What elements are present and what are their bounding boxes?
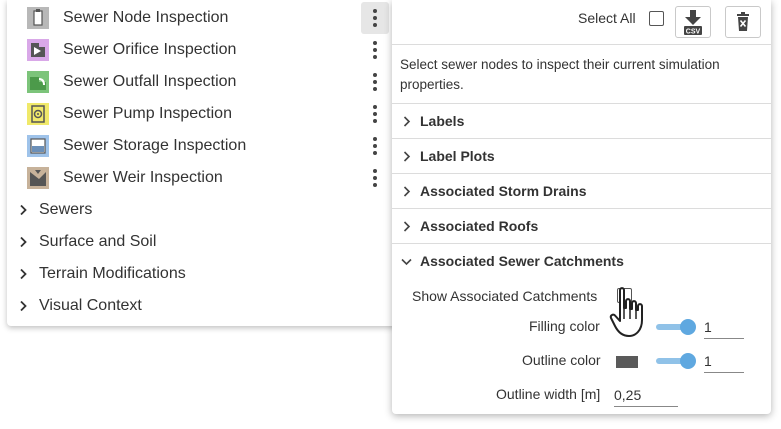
more-options-icon[interactable]	[361, 66, 389, 98]
section-labels[interactable]: Labels	[392, 104, 771, 138]
filling-slider-thumb[interactable]	[680, 319, 696, 335]
more-options-icon[interactable]	[361, 162, 389, 194]
tool-label: Sewer Node Inspection	[63, 9, 229, 26]
tool-label: Sewer Storage Inspection	[63, 137, 247, 154]
select-all-checkbox[interactable]	[649, 11, 664, 26]
section-associated-sewer-catchments[interactable]: Associated Sewer Catchments	[392, 244, 771, 278]
group-visual-context[interactable]: Visual Context	[7, 290, 397, 322]
chevron-right-icon	[20, 236, 27, 248]
panel-description: Select sewer nodes to inspect their curr…	[400, 57, 720, 92]
group-label: Sewers	[39, 201, 93, 218]
sewer-storage-icon	[27, 135, 49, 157]
section-associated-storm-drains[interactable]: Associated Storm Drains	[392, 174, 771, 208]
section-label: Labels	[420, 113, 465, 129]
layer-menu-panel: Sewer Node Inspection Sewer Orifice Insp…	[7, 0, 397, 326]
sewer-outfall-icon	[27, 71, 49, 93]
tool-label: Sewer Outfall Inspection	[63, 73, 237, 90]
group-label: Surface and Soil	[39, 233, 157, 250]
chevron-right-icon	[403, 116, 411, 127]
outline-color-swatch[interactable]	[616, 356, 638, 368]
group-label: Visual Context	[39, 297, 142, 314]
outline-width-label: Outline width [m]	[496, 386, 601, 402]
group-label: Terrain Modifications	[39, 265, 186, 282]
show-catchments-label: Show Associated Catchments	[412, 288, 598, 304]
more-options-icon[interactable]	[361, 98, 389, 130]
outline-opacity-input[interactable]: 1	[704, 350, 744, 373]
tool-item-sewer-pump[interactable]: Sewer Pump Inspection	[7, 98, 397, 130]
tool-item-sewer-storage[interactable]: Sewer Storage Inspection	[7, 130, 397, 162]
section-label-plots[interactable]: Label Plots	[392, 139, 771, 173]
sewer-weir-icon	[27, 167, 49, 189]
tool-item-sewer-orifice[interactable]: Sewer Orifice Inspection	[7, 34, 397, 66]
outline-width-input[interactable]: 0,25	[614, 384, 678, 407]
filling-color-label: Filling color	[529, 318, 600, 334]
group-surface-and-soil[interactable]: Surface and Soil	[7, 226, 397, 258]
tool-item-sewer-outfall[interactable]: Sewer Outfall Inspection	[7, 66, 397, 98]
inspection-panel: Select All CSV Select sewer nodes to ins…	[392, 0, 771, 414]
group-sewers[interactable]: Sewers	[7, 194, 397, 226]
section-label: Label Plots	[420, 148, 495, 164]
section-label: Associated Sewer Catchments	[420, 253, 624, 269]
trash-icon	[737, 12, 749, 31]
chevron-right-icon	[20, 204, 27, 216]
sewer-node-icon	[27, 7, 49, 29]
chevron-right-icon	[403, 221, 411, 232]
divider	[392, 44, 771, 45]
section-label: Associated Storm Drains	[420, 183, 587, 199]
chevron-right-icon	[20, 268, 27, 280]
tool-item-sewer-node[interactable]: Sewer Node Inspection	[7, 2, 397, 34]
select-all-label: Select All	[578, 10, 636, 26]
more-options-icon[interactable]	[361, 34, 389, 66]
hand-pointer-cursor-icon	[609, 287, 643, 337]
download-csv-icon: CSV	[684, 10, 702, 36]
tool-item-sewer-weir[interactable]: Sewer Weir Inspection	[7, 162, 397, 194]
chevron-right-icon	[403, 151, 411, 162]
chevron-right-icon	[20, 300, 27, 312]
more-options-icon[interactable]	[361, 130, 389, 162]
tool-label: Sewer Weir Inspection	[63, 169, 223, 186]
chevron-right-icon	[403, 186, 411, 197]
group-terrain-modifications[interactable]: Terrain Modifications	[7, 258, 397, 290]
svg-text:CSV: CSV	[686, 29, 701, 36]
filling-opacity-input[interactable]: 1	[704, 316, 744, 339]
section-label: Associated Roofs	[420, 218, 539, 234]
tool-label: Sewer Pump Inspection	[63, 105, 232, 122]
more-options-icon[interactable]	[361, 2, 389, 34]
download-csv-button[interactable]: CSV	[675, 6, 711, 38]
chevron-down-icon	[401, 258, 412, 266]
sewer-orifice-icon	[27, 39, 49, 61]
sewer-pump-icon	[27, 103, 49, 125]
outline-slider-thumb[interactable]	[680, 353, 696, 369]
clear-selection-button[interactable]	[725, 6, 761, 38]
outline-color-label: Outline color	[522, 352, 601, 368]
tool-label: Sewer Orifice Inspection	[63, 41, 237, 58]
section-associated-roofs[interactable]: Associated Roofs	[392, 209, 771, 243]
